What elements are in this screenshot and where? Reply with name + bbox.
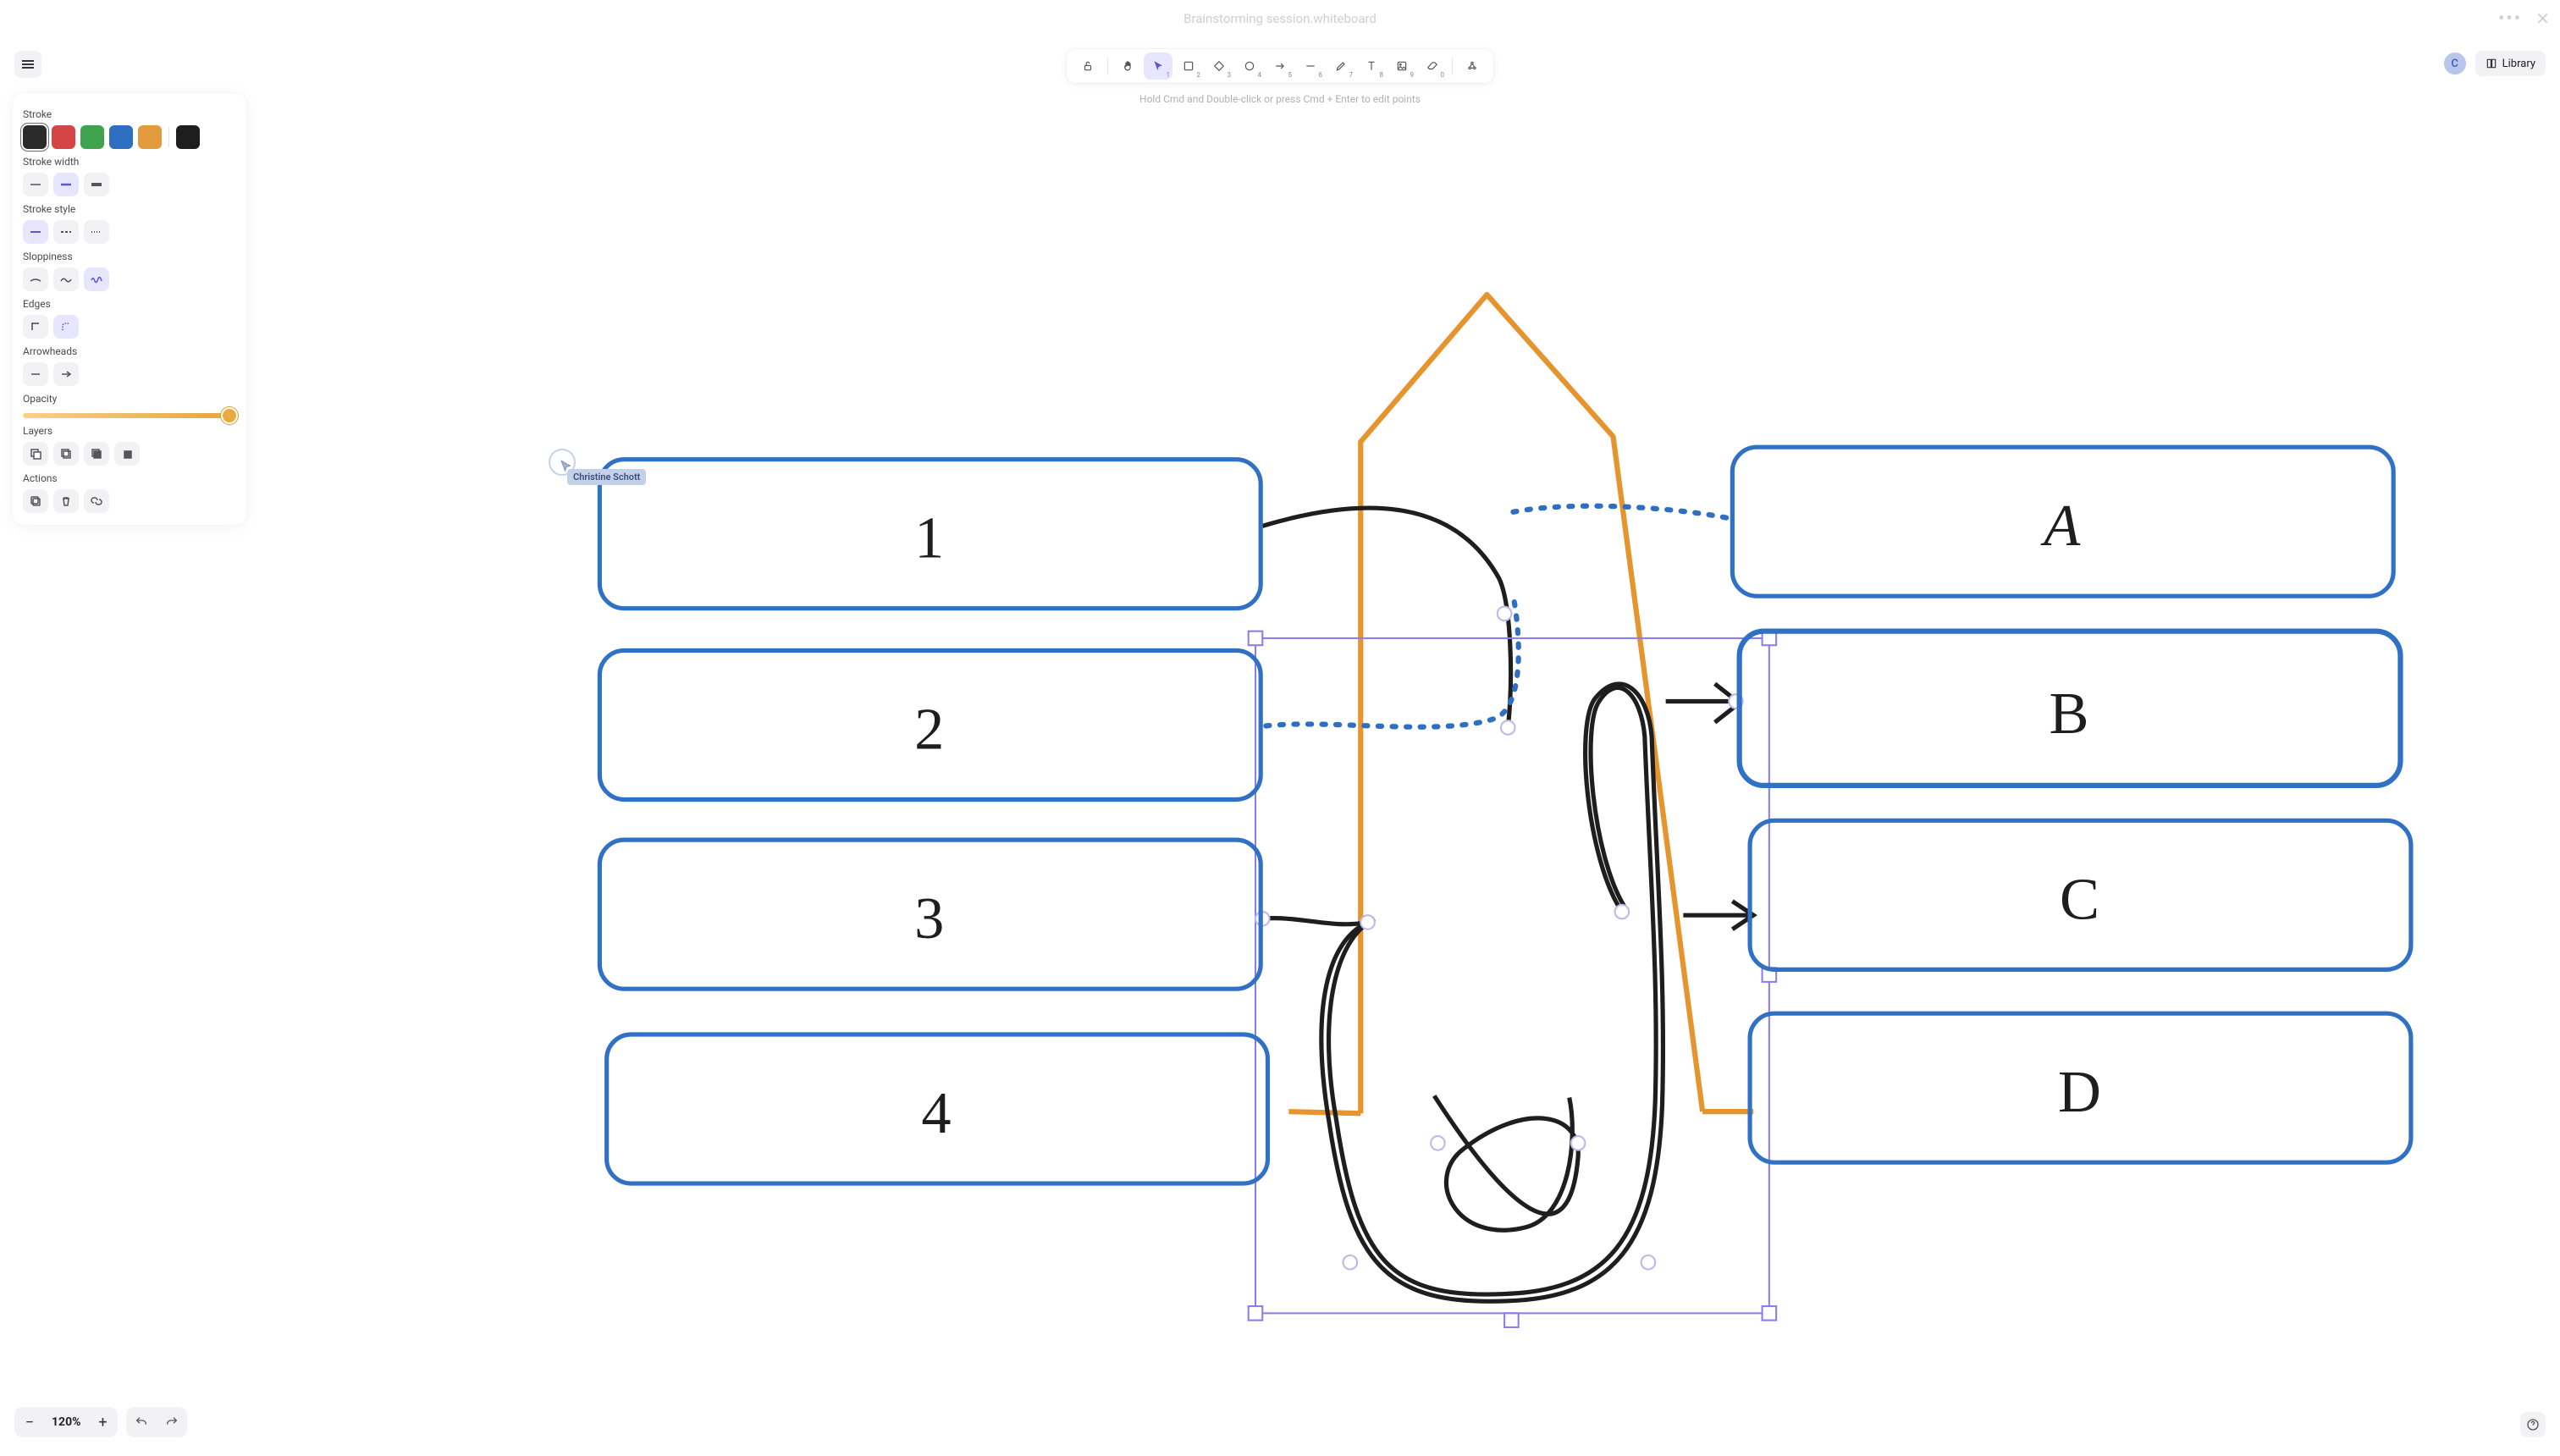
svg-text:2: 2 <box>914 696 944 762</box>
svg-text:4: 4 <box>921 1080 951 1146</box>
help-button[interactable] <box>2520 1412 2546 1437</box>
svg-text:1: 1 <box>914 505 944 571</box>
canvas-box-4[interactable]: 4 <box>607 1034 1268 1183</box>
drawn-selected-shape[interactable] <box>1262 684 1753 1302</box>
canvas-box-c[interactable]: C <box>1750 820 2411 969</box>
svg-text:A: A <box>2040 493 2081 559</box>
whiteboard-canvas[interactable]: 1 2 3 4 A B C D <box>0 0 2560 1455</box>
svg-text:B: B <box>2050 681 2089 747</box>
canvas-box-2[interactable]: 2 <box>599 650 1261 799</box>
drawn-dotted-connector-2[interactable] <box>1266 596 1518 727</box>
zoom-in-button[interactable]: + <box>87 1407 118 1437</box>
undo-icon <box>135 1415 148 1429</box>
canvas-box-b[interactable]: B <box>1740 631 2401 786</box>
undo-button[interactable] <box>126 1407 157 1437</box>
svg-text:D: D <box>2058 1059 2101 1125</box>
canvas-box-1[interactable]: 1 <box>599 460 1261 609</box>
svg-text:3: 3 <box>914 885 944 951</box>
canvas-box-a[interactable]: A <box>1732 447 2393 596</box>
selection-box[interactable] <box>1249 607 1776 1327</box>
drawn-house-shape[interactable] <box>1288 295 1753 1113</box>
canvas-box-3[interactable]: 3 <box>599 840 1261 989</box>
svg-text:C: C <box>2060 866 2099 932</box>
redo-icon <box>165 1415 179 1429</box>
zoom-out-button[interactable]: − <box>14 1407 45 1437</box>
drawn-connector-1-a[interactable] <box>1262 508 1510 728</box>
help-icon <box>2526 1418 2540 1431</box>
zoom-level[interactable]: 120% <box>45 1407 87 1437</box>
zoom-controls: − 120% + <box>14 1407 187 1437</box>
canvas-box-d[interactable]: D <box>1750 1013 2411 1162</box>
redo-button[interactable] <box>157 1407 187 1437</box>
